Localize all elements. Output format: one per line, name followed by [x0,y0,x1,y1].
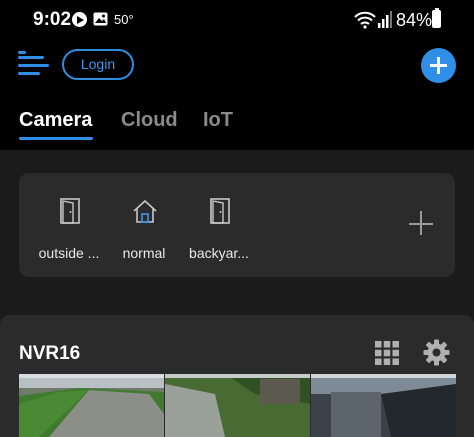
camera-feed-thumbnail[interactable] [19,374,164,437]
add-device-button[interactable] [421,48,456,83]
gear-icon[interactable] [423,339,450,366]
scene-backyard[interactable]: backyar... [174,173,264,277]
login-button[interactable]: Login [62,49,134,80]
menu-button[interactable] [18,51,52,77]
main-content: outside ... normal backyar... NVR16 [0,150,474,437]
home-icon [133,199,157,223]
photo-icon [93,12,108,26]
notification-dot [18,51,26,54]
camera-feed-thumbnail[interactable] [165,374,310,437]
signal-icon [378,11,392,28]
tab-iot[interactable]: IoT [203,109,233,132]
status-temperature: 50° [114,12,134,27]
tab-camera[interactable]: Camera [19,109,92,132]
status-time: 9:02 [33,9,72,30]
scene-label: backyar... [189,245,249,261]
nvr-title: NVR16 [19,343,81,364]
add-scene-button[interactable] [409,211,435,237]
active-tab-indicator [19,137,93,140]
battery-percent: 84% [396,10,433,30]
scene-panel: outside ... normal backyar... [19,173,455,277]
play-icon [72,12,87,27]
wifi-icon [354,11,376,29]
camera-feed-thumbnail[interactable] [311,374,456,437]
status-bar: 9:02 50° 84% [0,0,474,40]
battery-icon [432,8,441,28]
tab-cloud[interactable]: Cloud [121,109,178,132]
door-icon [210,198,230,224]
grid-icon[interactable] [375,341,399,365]
door-icon [60,198,80,224]
